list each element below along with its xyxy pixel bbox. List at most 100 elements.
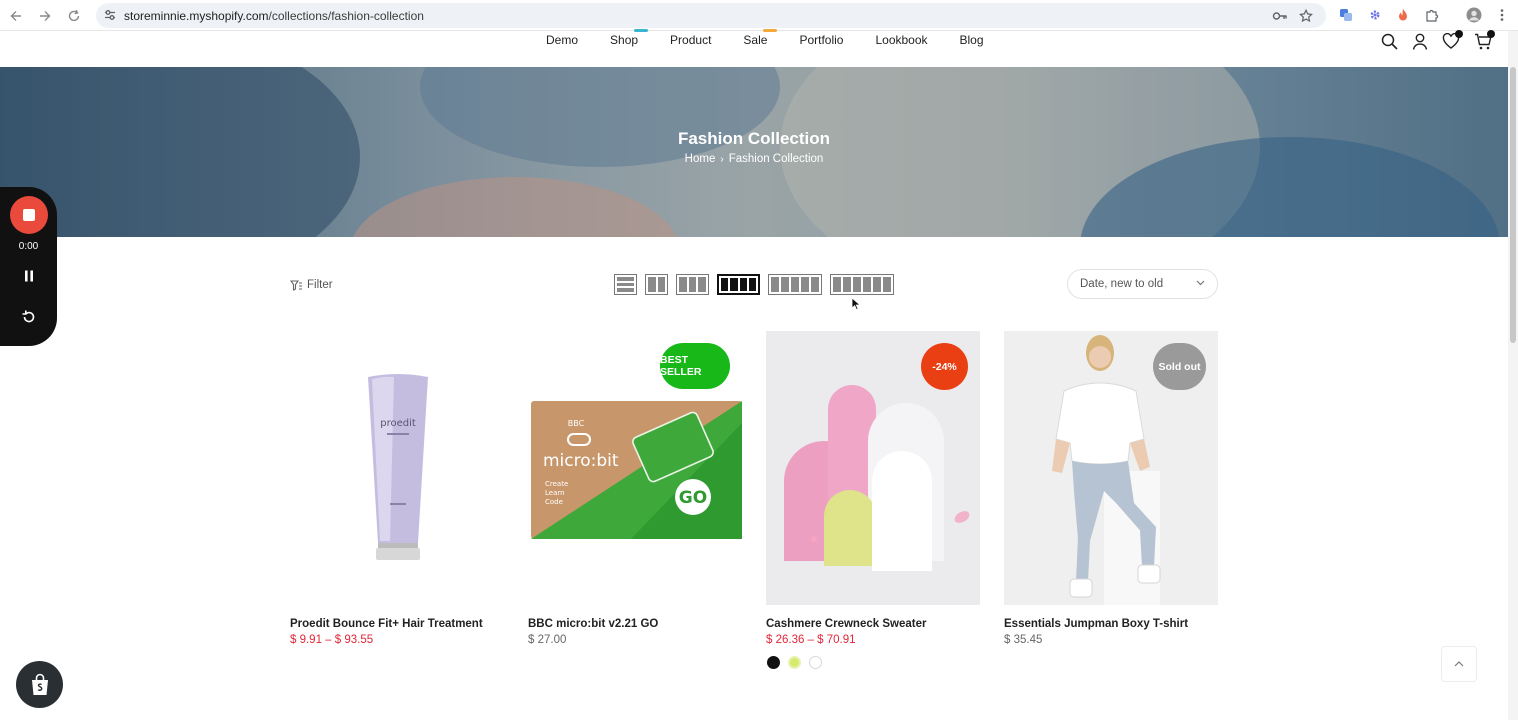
layout-4-columns-button[interactable]: [717, 274, 760, 295]
nav-hot-marker: [763, 29, 778, 32]
chevron-down-icon: [1196, 280, 1205, 286]
box-title-text: micro:bit: [543, 451, 619, 471]
forward-arrow-icon: [40, 11, 51, 21]
sold-out-badge: Sold out: [1153, 343, 1206, 390]
url-text: storeminnie.myshopify.com/collections/fa…: [124, 9, 424, 23]
browser-menu-icon[interactable]: [1494, 7, 1510, 23]
swatch-lime[interactable]: [788, 656, 801, 669]
profile-avatar-icon[interactable]: [1466, 7, 1482, 23]
layout-5-columns-button[interactable]: [768, 274, 822, 295]
breadcrumb-home[interactable]: Home: [685, 153, 716, 165]
screen-recorder-widget: 0:00: [0, 187, 57, 346]
nav-label: Shop: [610, 33, 639, 47]
stop-icon: [23, 209, 35, 221]
scrollbar-thumb[interactable]: [1510, 67, 1516, 343]
box-brand-text: BBC: [568, 419, 585, 428]
product-card[interactable]: proedit Proedit Bounce Fit+ Hair Treatme…: [290, 331, 504, 646]
password-key-icon[interactable]: [1272, 8, 1288, 24]
mouse-cursor-icon: [851, 297, 861, 311]
product-title[interactable]: BBC micro:bit v2.21 GO: [528, 618, 658, 630]
back-to-top-button[interactable]: [1441, 646, 1477, 682]
nav-product[interactable]: Product: [654, 32, 727, 48]
nav-label: Product: [670, 33, 712, 47]
forward-button[interactable]: [35, 6, 55, 26]
gear-extension-icon[interactable]: [1367, 7, 1383, 23]
collection-hero-banner: Fashion Collection Home › Fashion Collecti…: [0, 67, 1508, 237]
layout-6-columns-button[interactable]: [830, 274, 894, 295]
hair-treatment-tube-image: proedit: [368, 374, 428, 560]
box-line-text: Code: [545, 498, 563, 506]
reload-button[interactable]: [64, 6, 84, 26]
filter-icon: [290, 279, 302, 291]
cart-count-badge: [1487, 30, 1495, 38]
product-image[interactable]: -24%: [766, 331, 980, 605]
back-arrow-icon: [10, 11, 21, 21]
nav-label: Blog: [959, 33, 984, 47]
nav-demo[interactable]: Demo: [530, 32, 594, 48]
browser-toolbar: storeminnie.myshopify.com/collections/fa…: [0, 0, 1518, 31]
address-bar[interactable]: storeminnie.myshopify.com/collections/fa…: [96, 3, 1326, 28]
stop-recording-button[interactable]: [10, 196, 48, 234]
color-swatches: [767, 656, 822, 669]
page-title: Fashion Collection: [677, 129, 831, 148]
swatch-white[interactable]: [809, 656, 822, 669]
layout-2-columns-button[interactable]: [645, 274, 668, 295]
product-card[interactable]: -24% Cashmere Crewneck Sweater $ 26.36 –…: [766, 331, 980, 669]
product-title[interactable]: Proedit Bounce Fit+ Hair Treatment: [290, 618, 483, 630]
product-card[interactable]: Sold out Essentials Jumpman Boxy T-shirt…: [1004, 331, 1218, 646]
site-settings-icon[interactable]: [102, 7, 118, 23]
box-go-text: GO: [679, 488, 707, 508]
product-price: $ 27.00: [528, 634, 567, 646]
nav-label: Sale: [743, 33, 768, 47]
nav-label: Demo: [546, 33, 579, 47]
pause-icon[interactable]: [20, 267, 38, 285]
product-image[interactable]: GO BBC micro:bit Create Learn Code BEST …: [528, 331, 742, 605]
breadcrumb-current: Fashion Collection: [728, 153, 824, 165]
fire-extension-icon[interactable]: [1395, 7, 1411, 23]
bookmark-star-icon[interactable]: [1298, 8, 1314, 24]
chevron-up-icon: [1454, 661, 1464, 667]
breadcrumb-separator: ›: [720, 153, 724, 165]
layout-list-button[interactable]: [614, 274, 637, 295]
box-line-text: Create: [545, 480, 568, 488]
account-icon[interactable]: [1410, 32, 1430, 50]
product-price: $ 35.45: [1004, 634, 1043, 646]
product-image[interactable]: Sold out: [1004, 331, 1218, 605]
back-button[interactable]: [6, 6, 26, 26]
wishlist-count-badge: [1455, 30, 1463, 38]
product-card[interactable]: GO BBC micro:bit Create Learn Code BEST …: [528, 331, 742, 646]
shopify-bag-icon: [31, 673, 48, 695]
sort-by-select[interactable]: Date, new to old: [1067, 269, 1218, 299]
layout-3-columns-button[interactable]: [676, 274, 709, 295]
hero-overlay: [0, 67, 1508, 237]
filter-button[interactable]: Filter: [290, 278, 333, 292]
nav-portfolio[interactable]: Portfolio: [783, 32, 859, 48]
translate-extension-icon[interactable]: [1338, 7, 1354, 23]
nav-label: Lookbook: [875, 33, 928, 47]
product-image[interactable]: proedit: [290, 331, 504, 605]
nav-sale[interactable]: Sale: [727, 29, 783, 48]
nav-shop[interactable]: Shop: [594, 29, 654, 48]
sort-value: Date, new to old: [1080, 278, 1164, 290]
breadcrumb: Home › Fashion Collection: [0, 153, 1508, 165]
wishlist-icon[interactable]: [1441, 30, 1463, 50]
search-icon[interactable]: [1379, 32, 1399, 50]
product-title[interactable]: Cashmere Crewneck Sweater: [766, 618, 926, 630]
cart-icon[interactable]: [1473, 30, 1495, 50]
nav-new-marker: [634, 29, 649, 32]
best-seller-badge: BEST SELLER: [660, 343, 730, 389]
box-line-text: Learn: [545, 489, 565, 497]
nav-blog[interactable]: Blog: [944, 32, 1000, 48]
extensions-puzzle-icon[interactable]: [1424, 7, 1440, 23]
url-host: storeminnie.myshopify.com: [124, 9, 269, 23]
shopify-bag-button[interactable]: [16, 661, 63, 708]
swatch-black[interactable]: [767, 656, 780, 669]
product-title[interactable]: Essentials Jumpman Boxy T-shirt: [1004, 618, 1188, 630]
restart-icon[interactable]: [19, 307, 39, 327]
page-scrollbar[interactable]: [1508, 31, 1518, 720]
nav-label: Portfolio: [799, 33, 844, 47]
nav-lookbook[interactable]: Lookbook: [859, 32, 943, 48]
store-header: Demo Shop Product Sale Portfolio Lookboo…: [0, 29, 1508, 67]
product-price: $ 26.36 – $ 70.91: [766, 634, 856, 646]
discount-badge: -24%: [921, 343, 968, 390]
